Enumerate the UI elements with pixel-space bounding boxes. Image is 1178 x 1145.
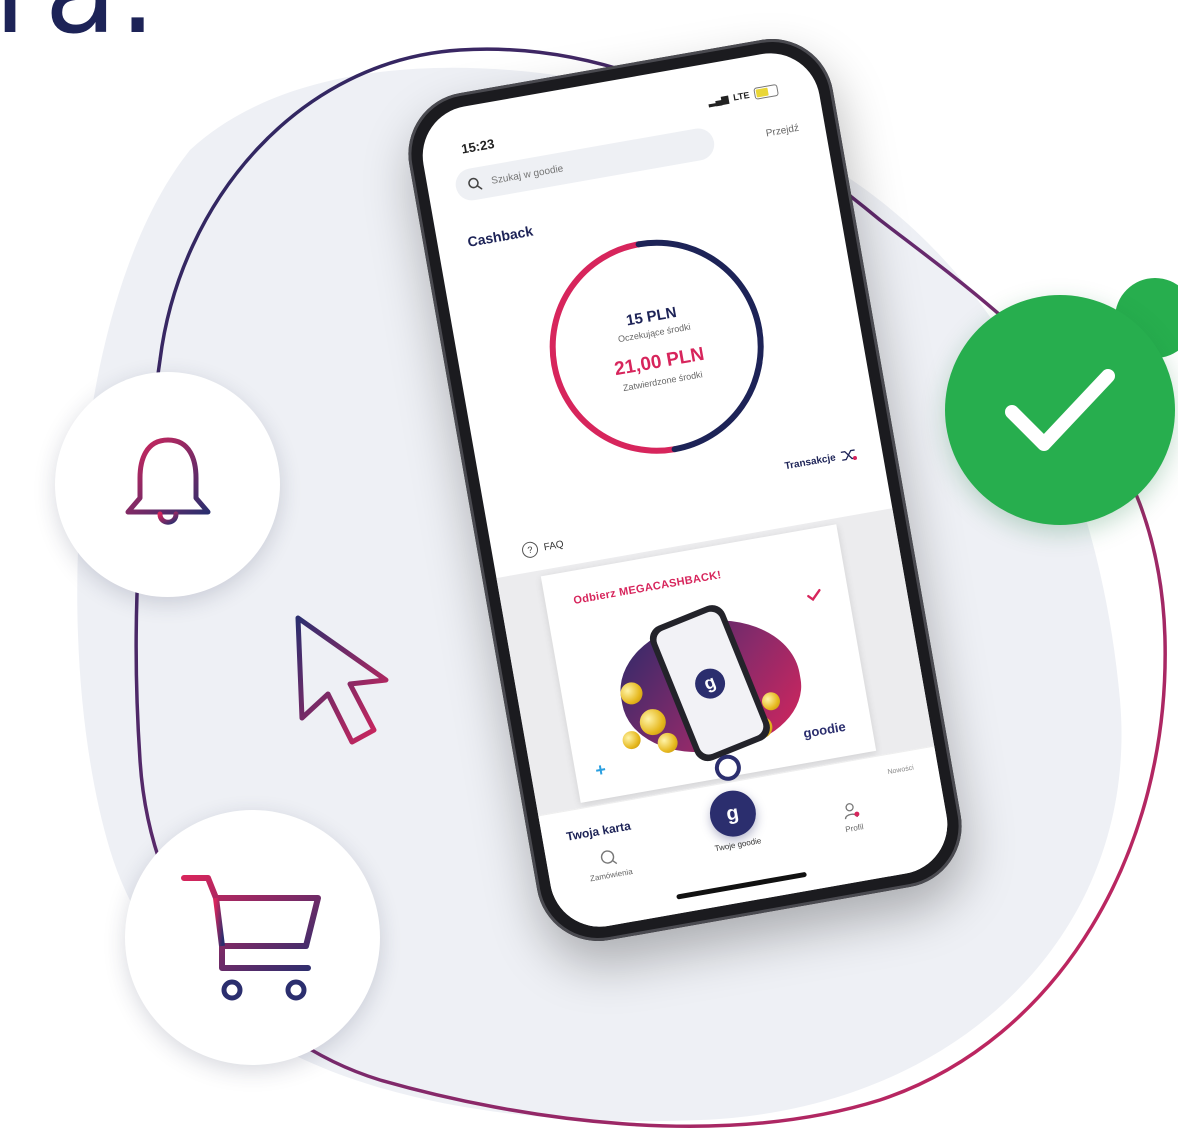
tab-home-label: Twoje goodie [713, 836, 762, 854]
battery-icon [753, 83, 779, 100]
goodie-logo-icon: g [690, 663, 730, 703]
network-label: LTE [732, 89, 751, 103]
transactions-label: Transakcje [783, 451, 837, 472]
tab-profile[interactable]: Profil [841, 801, 865, 835]
faq-label: FAQ [542, 538, 565, 553]
status-indicators: ▂▄▆ LTE [707, 83, 779, 108]
plus-icon: + [593, 759, 608, 781]
search-input[interactable] [488, 141, 682, 188]
card-title: Twoja karta [565, 818, 632, 844]
profile-icon [845, 803, 860, 820]
bell-icon [125, 437, 210, 525]
skip-link[interactable]: Przejdź [765, 123, 800, 140]
orders-icon [600, 850, 617, 865]
notification-bubble[interactable] [55, 372, 280, 597]
promo-brand: goodie [802, 718, 847, 742]
tab-profile-label: Profil [844, 822, 865, 835]
home-indicator [676, 871, 808, 900]
signal-icon: ▂▄▆ [707, 93, 730, 107]
search-icon [468, 177, 483, 190]
checkmark-icon [807, 588, 821, 602]
transactions-link[interactable]: Transakcje [784, 448, 858, 472]
goodie-logo-icon: g [705, 787, 760, 841]
tab-home[interactable]: g Twoje goodie [705, 787, 762, 853]
question-mark-icon: ? [520, 540, 540, 560]
tab-orders-label: Zamówienia [589, 866, 634, 884]
shopping-cart-icon [180, 874, 321, 1000]
tab-orders[interactable]: Zamówienia [585, 845, 633, 883]
cursor-arrow-icon [295, 615, 389, 745]
news-label: Nowości [887, 764, 915, 777]
checkmark-icon [1005, 369, 1115, 451]
promo-stage: ra. [0, 0, 1178, 1145]
cart-bubble[interactable] [125, 810, 380, 1065]
success-badge [945, 295, 1175, 525]
status-time: 15:23 [460, 135, 496, 157]
shuffle-icon [840, 449, 858, 461]
cashback-summary: 15 PLN Oczekujące środki 21,00 PLN Zatwi… [518, 208, 796, 486]
cashback-title: Cashback [466, 222, 535, 250]
faq-link[interactable]: ? FAQ [520, 536, 565, 560]
